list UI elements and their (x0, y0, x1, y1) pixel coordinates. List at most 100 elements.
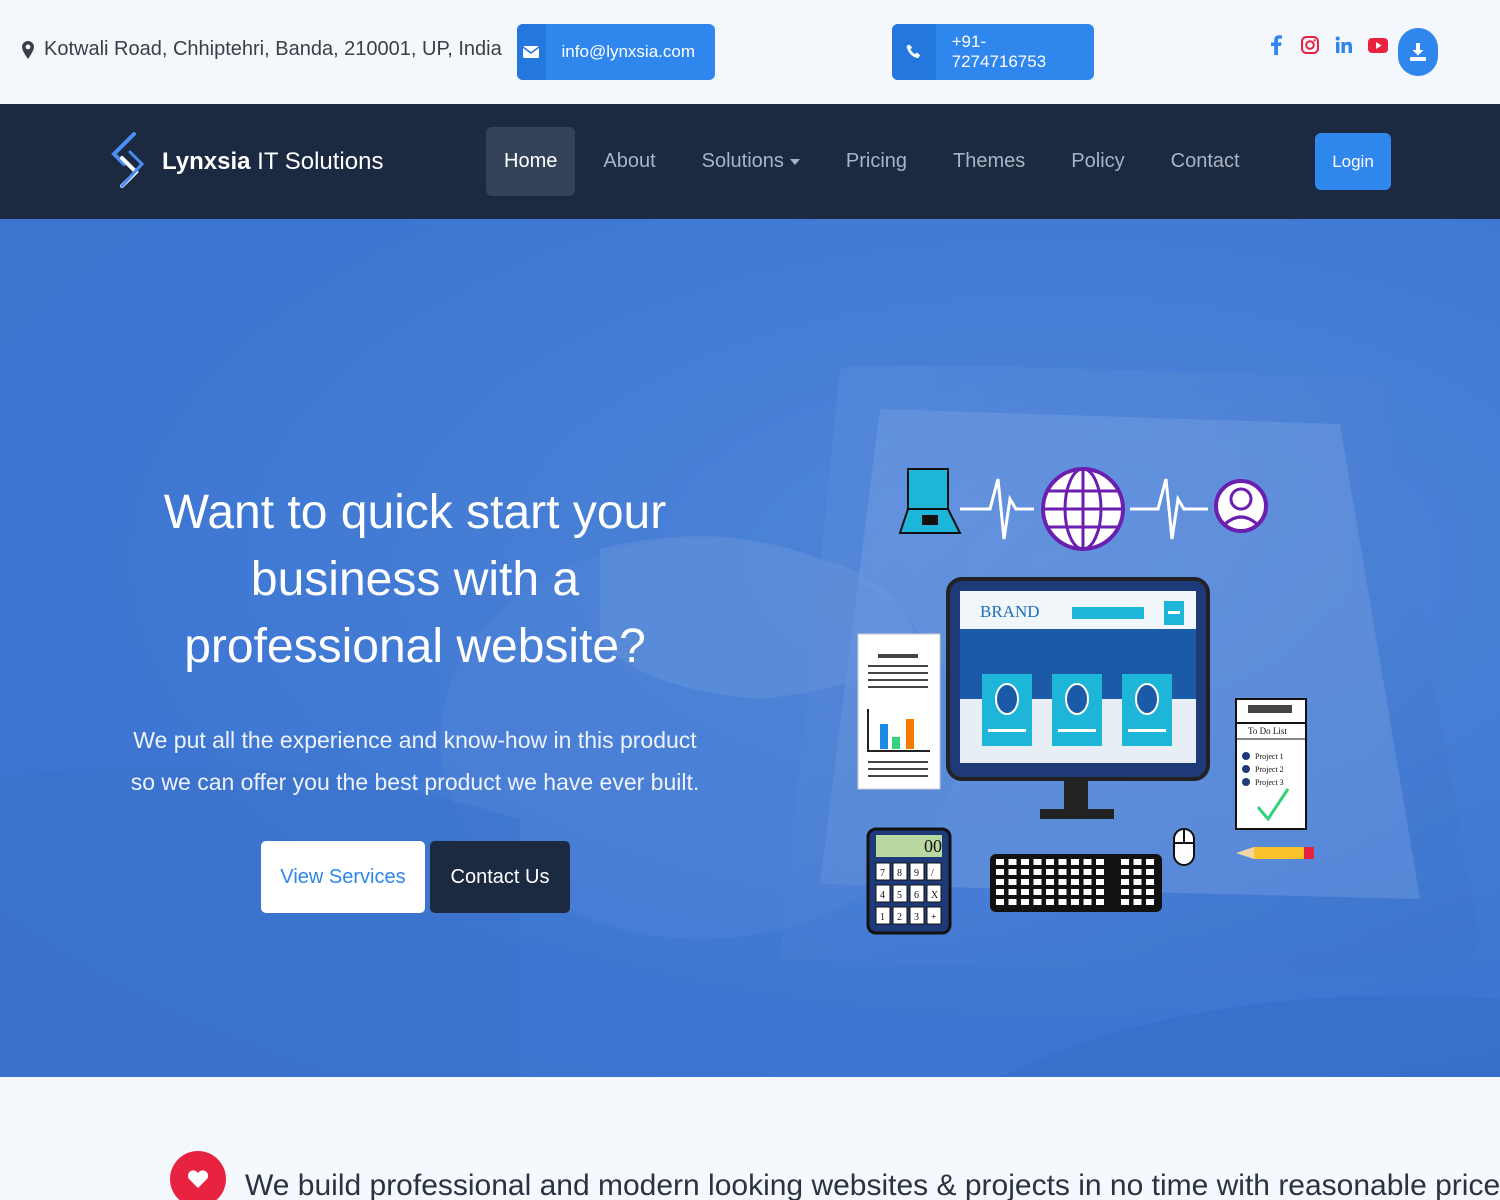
keyboard-key (1021, 889, 1029, 895)
keyboard-key (1133, 879, 1142, 885)
calculator-key-label: 8 (897, 868, 902, 879)
keyboard-key (1146, 879, 1154, 885)
svg-text:Project 2: Project 2 (1255, 765, 1284, 774)
address-text: Kotwali Road, Chhiptehri, Banda, 210001,… (44, 38, 502, 60)
hero-title-line-2: business with a (250, 553, 580, 606)
todo-list-icon: To Do List Project 1 Project 2 Project 3 (1235, 698, 1307, 830)
keyboard-key (1083, 879, 1092, 885)
pencil-icon (1236, 847, 1314, 859)
nav-item-themes[interactable]: Themes (935, 127, 1043, 196)
facebook-icon[interactable] (1266, 34, 1286, 56)
svg-text:Project 3: Project 3 (1255, 778, 1284, 787)
keyboard-key (1083, 889, 1092, 895)
youtube-icon[interactable] (1368, 34, 1388, 56)
nav-item-home[interactable]: Home (486, 127, 576, 196)
nav-item-solutions[interactable]: Solutions (684, 127, 818, 196)
keyboard-key (1133, 869, 1142, 875)
keyboard-key (1121, 889, 1129, 895)
keyboard-key (1033, 899, 1042, 905)
download-icon (1410, 43, 1426, 61)
keyboard-key (1146, 869, 1154, 875)
nav-item-policy[interactable]: Policy (1053, 127, 1142, 196)
keyboard-key (1058, 899, 1067, 905)
keyboard-key (996, 899, 1004, 905)
keyboard-key (1071, 889, 1079, 895)
keyboard-key (1121, 859, 1129, 865)
hero-title: Want to quick start your business with a… (130, 479, 700, 680)
hero-subtitle-line-2: so we can offer you the best product we … (130, 769, 700, 795)
keyboard-key (1083, 859, 1092, 865)
keyboard-key (1058, 889, 1067, 895)
mouse-icon (1173, 828, 1195, 866)
hero-title-line-1: Want to quick start your (163, 486, 667, 539)
monitor-icon: BRAND (946, 577, 1210, 819)
keyboard-key (996, 889, 1004, 895)
download-button[interactable] (1398, 28, 1438, 76)
svg-text:BRAND: BRAND (980, 602, 1040, 621)
keyboard-key (1133, 889, 1142, 895)
linkedin-icon[interactable] (1334, 34, 1354, 56)
phone-button[interactable]: +91-7274716753 (892, 24, 1094, 80)
calculator-key-label: 9 (914, 868, 919, 879)
features-intro-section: We build professional and modern looking… (0, 1077, 1500, 1200)
heart-icon (188, 1170, 208, 1188)
hero-section: Want to quick start your business with a… (0, 219, 1500, 1077)
user-profile-icon (1214, 479, 1268, 533)
hero-subtitle-line-1: We put all the experience and know-how i… (133, 727, 697, 753)
email-text: info@lynxsia.com (561, 42, 695, 61)
email-button[interactable]: info@lynxsia.com (517, 24, 715, 80)
nav-item-contact[interactable]: Contact (1153, 127, 1258, 196)
keyboard-key (1121, 869, 1129, 875)
keyboard-key (996, 879, 1004, 885)
heart-badge (170, 1151, 226, 1200)
keyboard-key (1058, 879, 1067, 885)
keyboard-key (1071, 899, 1079, 905)
calculator-key-label: 2 (897, 912, 902, 923)
calculator-key-label: 3 (914, 912, 919, 923)
phone-text: +91-7274716753 (951, 32, 1047, 71)
nav-item-solutions-label: Solutions (701, 150, 784, 172)
keyboard-key (1096, 899, 1104, 905)
calculator-key-label: 4 (880, 890, 885, 901)
keyboard-key (1046, 899, 1054, 905)
keyboard-key (1146, 889, 1154, 895)
caret-down-icon (789, 158, 800, 165)
keyboard-key (1033, 859, 1042, 865)
pulse-line-left (960, 478, 1034, 540)
keyboard-key (1021, 859, 1029, 865)
calculator-key-label: 6 (914, 890, 919, 901)
nav-item-about[interactable]: About (585, 127, 673, 196)
keyboard-key (1008, 859, 1017, 865)
keyboard-key (996, 869, 1004, 875)
keyboard-key (1071, 879, 1079, 885)
pulse-line-right (1130, 478, 1208, 540)
top-bar: Kotwali Road, Chhiptehri, Banda, 210001,… (0, 0, 1500, 104)
view-services-button[interactable]: View Services (261, 841, 425, 913)
keyboard-key (1096, 869, 1104, 875)
keyboard-key (1033, 869, 1042, 875)
keyboard-key (1133, 859, 1142, 865)
lynxsia-logo-icon (111, 132, 145, 188)
keyboard-key (1008, 879, 1017, 885)
keyboard-key (1008, 869, 1017, 875)
keyboard-key (1033, 889, 1042, 895)
nav-menu: Home About Solutions Pricing Themes Poli… (486, 127, 1268, 196)
keyboard-key (1021, 879, 1029, 885)
calculator-key-label: / (931, 868, 934, 879)
envelope-icon (517, 24, 546, 80)
keyboard-key (1033, 879, 1042, 885)
contact-us-button[interactable]: Contact Us (430, 841, 570, 913)
calculator-key-label: + (931, 912, 937, 923)
nav-item-pricing[interactable]: Pricing (828, 127, 925, 196)
keyboard-key (1046, 889, 1054, 895)
login-button[interactable]: Login (1315, 133, 1391, 190)
keyboard-key (1121, 899, 1129, 905)
instagram-icon[interactable] (1300, 34, 1320, 56)
keyboard-key (1021, 869, 1029, 875)
brand-logo[interactable]: Lynxsia IT Solutions (108, 132, 383, 192)
keyboard-key (996, 859, 1004, 865)
svg-text:To Do List: To Do List (1248, 726, 1287, 736)
keyboard-key (1058, 869, 1067, 875)
keyboard-key (1096, 889, 1104, 895)
keyboard-key (1146, 859, 1154, 865)
